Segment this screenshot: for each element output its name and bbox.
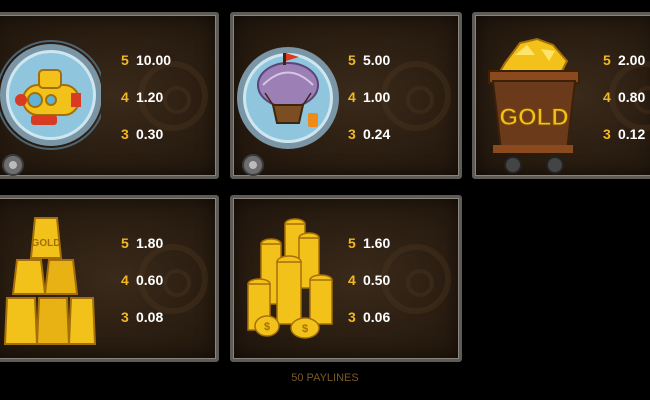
payout-value: 1.20 — [136, 89, 164, 105]
gold-cart-icon: GOLD — [475, 15, 585, 176]
match-count: 5 — [348, 235, 356, 251]
payout-value: 0.12 — [618, 126, 646, 142]
submarine-icon — [0, 15, 106, 176]
payout-row: 4 0.60 — [121, 269, 163, 306]
gear-decoration — [381, 60, 451, 131]
cart-gold-label: GOLD — [499, 104, 568, 131]
match-count: 3 — [348, 309, 356, 325]
payout-list: 5 1.60 4 0.50 3 0.06 — [348, 232, 390, 343]
payout-value: 0.80 — [618, 89, 646, 105]
payout-value: 2.00 — [618, 52, 646, 68]
payout-row: 3 0.30 — [121, 123, 171, 160]
match-count: 3 — [603, 126, 611, 142]
match-count: 3 — [348, 126, 356, 142]
payout-row: 3 0.06 — [348, 306, 390, 343]
payout-value: 0.24 — [363, 126, 391, 142]
match-count: 3 — [121, 309, 129, 325]
payout-row: 3 0.12 — [603, 123, 645, 160]
match-count: 3 — [121, 126, 129, 142]
gold-coins-icon: $ $ — [233, 198, 343, 359]
payout-row: 4 0.50 — [348, 269, 390, 306]
payout-row: 4 0.80 — [603, 86, 645, 123]
payout-row: 3 0.24 — [348, 123, 390, 160]
svg-text:$: $ — [264, 321, 270, 333]
bar-gold-label: GOLD — [32, 238, 61, 249]
match-count: 4 — [121, 272, 129, 288]
airship-icon — [233, 15, 343, 176]
payout-row: 4 1.20 — [121, 86, 171, 123]
payout-list: 5 2.00 4 0.80 3 0.12 — [603, 49, 645, 160]
gear-decoration — [381, 243, 451, 314]
payout-row: 4 1.00 — [348, 86, 390, 123]
paytable-card-submarine: 5 10.00 4 1.20 3 0.30 — [0, 12, 219, 179]
payout-list: 5 10.00 4 1.20 3 0.30 — [121, 49, 171, 160]
svg-text:$: $ — [302, 323, 308, 335]
match-count: 4 — [121, 89, 129, 105]
match-count: 4 — [348, 272, 356, 288]
match-count: 4 — [348, 89, 356, 105]
payout-row: 5 1.60 — [348, 232, 390, 269]
payout-row: 5 2.00 — [603, 49, 645, 86]
gold-bars-icon: GOLD — [0, 198, 101, 359]
payout-row: 3 0.08 — [121, 306, 163, 343]
payout-row: 5 5.00 — [348, 49, 390, 86]
match-count: 5 — [121, 235, 129, 251]
payout-value: 0.50 — [363, 272, 391, 288]
payout-value: 1.00 — [363, 89, 391, 105]
paytable-card-gold-coins: $ $ 5 1.60 4 0.50 3 0.06 — [230, 195, 462, 362]
payout-value: 0.60 — [136, 272, 164, 288]
match-count: 4 — [603, 89, 611, 105]
paylines-label: 50 PAYLINES — [291, 372, 359, 384]
payout-list: 5 1.80 4 0.60 3 0.08 — [121, 232, 163, 343]
payout-value: 10.00 — [136, 52, 172, 68]
payout-value: 1.60 — [363, 235, 391, 251]
payout-value: 5.00 — [363, 52, 391, 68]
payout-value: 0.30 — [136, 126, 164, 142]
payout-row: 5 10.00 — [121, 49, 171, 86]
match-count: 5 — [348, 52, 356, 68]
payout-value: 1.80 — [136, 235, 164, 251]
paytable-card-airship: 5 5.00 4 1.00 3 0.24 — [230, 12, 462, 179]
payout-value: 0.08 — [136, 309, 164, 325]
match-count: 5 — [603, 52, 611, 68]
match-count: 5 — [121, 52, 129, 68]
paytable-card-gold-bars: GOLD 5 1.80 4 0.60 3 0.08 — [0, 195, 219, 362]
paytable-card-gold-cart: GOLD 5 2.00 4 0.80 3 0.12 — [472, 12, 650, 179]
payout-row: 5 1.80 — [121, 232, 163, 269]
payout-list: 5 5.00 4 1.00 3 0.24 — [348, 49, 390, 160]
payout-value: 0.06 — [363, 309, 391, 325]
